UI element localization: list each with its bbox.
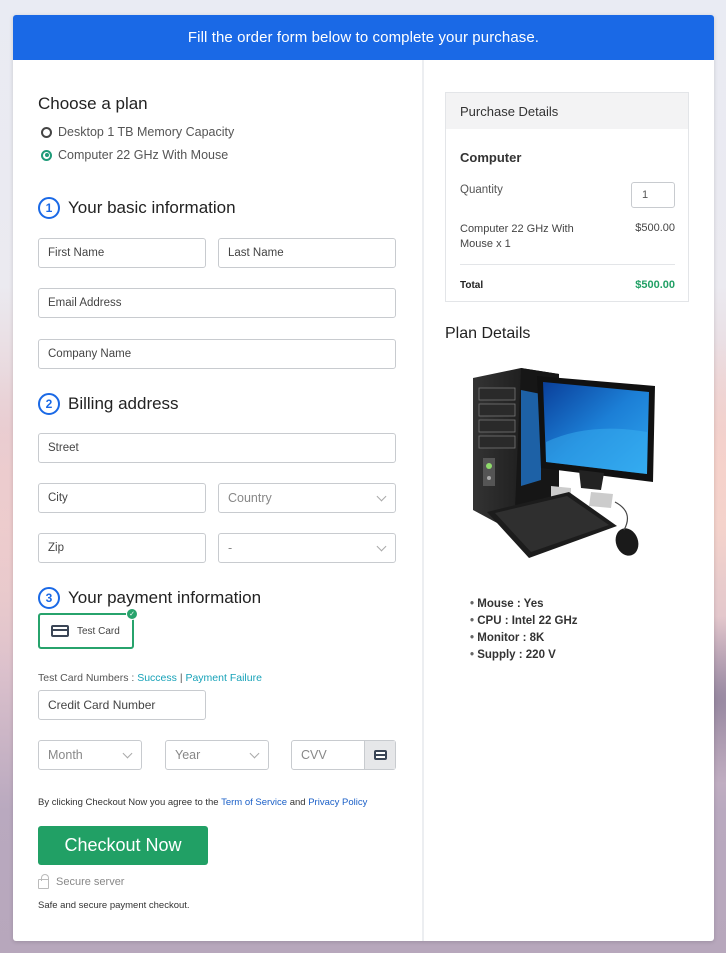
secure-server-label: Secure server xyxy=(56,876,125,888)
chevron-down-icon xyxy=(249,748,260,759)
safe-checkout-text: Safe and secure payment checkout. xyxy=(38,900,190,911)
link-separator: | xyxy=(179,672,183,684)
line-item-price: $500.00 xyxy=(635,222,675,234)
success-link[interactable]: Success xyxy=(137,672,177,684)
plan-option-label: Desktop 1 TB Memory Capacity xyxy=(58,125,235,139)
cvv-input[interactable]: CVV xyxy=(291,740,396,770)
zip-input[interactable]: Zip xyxy=(38,533,206,563)
street-input[interactable]: Street xyxy=(38,433,396,463)
chevron-down-icon xyxy=(376,491,387,502)
step-number-icon: 3 xyxy=(38,587,60,609)
terms-of-service-link[interactable]: Term of Service xyxy=(221,797,287,808)
agreement-prefix: By clicking Checkout Now you agree to th… xyxy=(38,797,219,808)
country-select-value: Country xyxy=(228,491,272,505)
step-number-icon: 1 xyxy=(38,197,60,219)
credit-card-icon xyxy=(51,625,69,637)
test-card-numbers: Test Card Numbers : Success | Payment Fa… xyxy=(38,672,262,684)
total-label: Total xyxy=(460,280,484,291)
year-select-value: Year xyxy=(175,748,201,762)
billing-heading: 2 Billing address xyxy=(38,393,179,415)
spec-item: Supply : 220 V xyxy=(470,647,578,664)
state-select[interactable]: - xyxy=(218,533,396,563)
plan-option-computer[interactable]: Computer 22 GHz With Mouse xyxy=(41,148,228,162)
cvv-placeholder: CVV xyxy=(301,748,327,762)
purchase-details-heading: Purchase Details xyxy=(446,93,688,129)
payment-failure-link[interactable]: Payment Failure xyxy=(185,672,261,684)
quantity-input[interactable]: 1 xyxy=(631,182,675,208)
city-input[interactable]: City xyxy=(38,483,206,513)
radio-button[interactable] xyxy=(41,126,52,138)
payment-heading: 3 Your payment information xyxy=(38,587,261,609)
quantity-label: Quantity xyxy=(460,184,503,196)
spec-item: Monitor : 8K xyxy=(470,630,578,647)
check-circle-icon: ✓ xyxy=(126,608,138,620)
payment-method-label: Test Card xyxy=(77,625,120,637)
plan-details-heading: Plan Details xyxy=(445,325,531,342)
spec-item: CPU : Intel 22 GHz xyxy=(470,613,577,630)
credit-card-number-input[interactable]: Credit Card Number xyxy=(38,690,206,720)
cvv-card-button[interactable] xyxy=(364,741,395,769)
checkout-now-button[interactable]: Checkout Now xyxy=(38,826,208,865)
summary-column: Purchase Details Computer Quantity 1 Com… xyxy=(424,60,714,941)
state-select-value: - xyxy=(228,541,233,555)
privacy-policy-link[interactable]: Privacy Policy xyxy=(308,797,367,808)
desktop-computer-image xyxy=(473,368,655,558)
secure-server: Secure server xyxy=(38,874,125,889)
radio-button-selected[interactable] xyxy=(41,149,52,161)
form-column: Choose a plan Desktop 1 TB Memory Capaci… xyxy=(13,60,423,941)
section-title: Your basic information xyxy=(68,198,236,217)
month-select[interactable]: Month xyxy=(38,740,142,770)
chevron-down-icon xyxy=(122,748,133,759)
plan-specs-list: Mouse : Yes CPU : Intel 22 GHz Monitor :… xyxy=(470,596,578,664)
order-form-card: Fill the order form below to complete yo… xyxy=(13,15,714,941)
basic-info-heading: 1 Your basic information xyxy=(38,197,236,219)
agreement-text: By clicking Checkout Now you agree to th… xyxy=(38,797,367,808)
chevron-down-icon xyxy=(376,541,387,552)
email-input[interactable]: Email Address xyxy=(38,288,396,318)
spec-item: Mouse : Yes xyxy=(470,596,578,613)
purchase-details-box: Purchase Details Computer Quantity 1 Com… xyxy=(445,92,689,302)
country-select[interactable]: Country xyxy=(218,483,396,513)
total-amount: $500.00 xyxy=(635,279,675,291)
company-name-input[interactable]: Company Name xyxy=(38,339,396,369)
line-item-label: Computer 22 GHz With Mouse x 1 xyxy=(460,223,574,250)
lock-icon xyxy=(38,874,49,889)
last-name-input[interactable]: Last Name xyxy=(218,238,396,268)
plan-option-desktop[interactable]: Desktop 1 TB Memory Capacity xyxy=(41,125,234,139)
month-select-value: Month xyxy=(48,748,83,762)
year-select[interactable]: Year xyxy=(165,740,269,770)
section-title: Billing address xyxy=(68,394,179,413)
divider xyxy=(460,264,675,265)
header-banner: Fill the order form below to complete yo… xyxy=(13,15,714,60)
test-card-numbers-label: Test Card Numbers : xyxy=(38,672,135,684)
choose-plan-heading: Choose a plan xyxy=(38,94,148,113)
agreement-and: and xyxy=(289,797,306,808)
product-name: Computer xyxy=(460,150,522,165)
step-number-icon: 2 xyxy=(38,393,60,415)
plan-option-label: Computer 22 GHz With Mouse xyxy=(58,148,229,162)
section-title: Your payment information xyxy=(68,588,262,607)
first-name-input[interactable]: First Name xyxy=(38,238,206,268)
payment-method-test-card[interactable]: Test Card ✓ xyxy=(38,608,138,649)
credit-card-icon xyxy=(373,750,387,760)
